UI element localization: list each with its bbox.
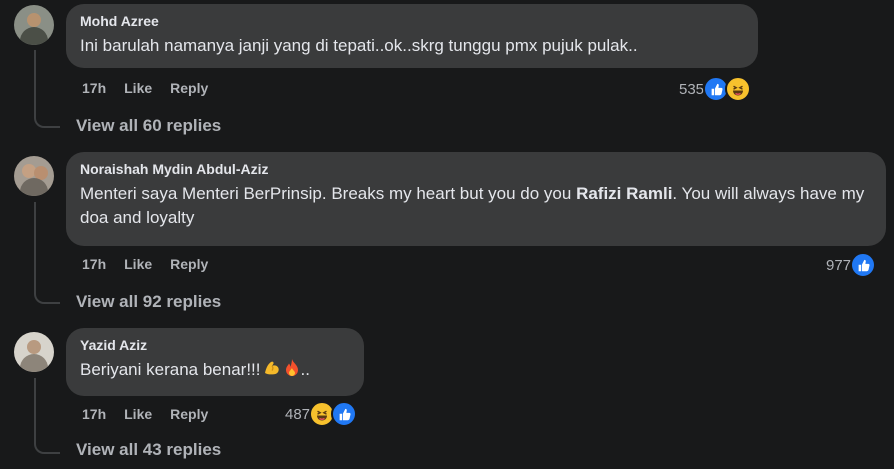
reply-button[interactable]: Reply	[170, 256, 208, 272]
avatar[interactable]	[14, 5, 54, 45]
like-button[interactable]: Like	[124, 256, 152, 272]
mention-link[interactable]: Rafizi Ramli	[576, 184, 672, 203]
reply-button[interactable]: Reply	[170, 80, 208, 96]
reaction-summary[interactable]: 487	[285, 401, 358, 427]
thread-connector	[34, 202, 60, 304]
reaction-summary[interactable]: 535	[679, 76, 752, 102]
like-icon	[850, 252, 877, 278]
reply-button[interactable]: Reply	[170, 406, 208, 422]
comment-text-suffix: ..	[300, 360, 310, 379]
comment-actions: 17h Like Reply	[82, 80, 226, 96]
reaction-count: 977	[826, 256, 852, 274]
reaction-summary[interactable]: 977	[826, 252, 877, 278]
flexed-biceps-icon	[262, 358, 282, 385]
like-button[interactable]: Like	[124, 80, 152, 96]
comment-actions: 17h Like Reply	[82, 406, 226, 422]
view-replies-link[interactable]: View all 60 replies	[76, 116, 221, 136]
avatar[interactable]	[14, 332, 54, 372]
like-icon	[331, 401, 358, 427]
avatar[interactable]	[14, 156, 54, 196]
comment-author[interactable]: Noraishah Mydin Abdul-Aziz	[80, 160, 872, 178]
comment-text-main: Beriyani kerana benar!!!	[80, 360, 261, 379]
view-replies-link[interactable]: View all 92 replies	[76, 292, 221, 312]
like-button[interactable]: Like	[124, 406, 152, 422]
reaction-count: 535	[679, 80, 705, 98]
comment-actions: 17h Like Reply	[82, 256, 226, 272]
comment-bubble: Yazid Aziz Beriyani kerana benar!!!..	[66, 328, 364, 396]
comment-text: Beriyani kerana benar!!!..	[80, 358, 350, 385]
thread-connector	[34, 50, 60, 128]
comment-author[interactable]: Yazid Aziz	[80, 336, 350, 354]
comment-text-before: Menteri saya Menteri BerPrinsip. Breaks …	[80, 184, 577, 203]
comment-text: Ini barulah namanya janji yang di tepati…	[80, 36, 638, 55]
reaction-count: 487	[285, 405, 311, 423]
fire-icon	[283, 358, 301, 385]
comment-author[interactable]: Mohd Azree	[80, 12, 744, 30]
comment-time[interactable]: 17h	[82, 406, 106, 422]
thread-connector	[34, 378, 60, 454]
comment-time[interactable]: 17h	[82, 80, 106, 96]
comment-text: Menteri saya Menteri BerPrinsip. Breaks …	[80, 182, 872, 230]
haha-icon	[725, 76, 752, 102]
comment-bubble: Noraishah Mydin Abdul-Aziz Menteri saya …	[66, 152, 886, 246]
comment-bubble: Mohd Azree Ini barulah namanya janji yan…	[66, 4, 758, 68]
comments-section: Mohd Azree Ini barulah namanya janji yan…	[0, 0, 894, 469]
view-replies-link[interactable]: View all 43 replies	[76, 440, 221, 460]
comment-time[interactable]: 17h	[82, 256, 106, 272]
